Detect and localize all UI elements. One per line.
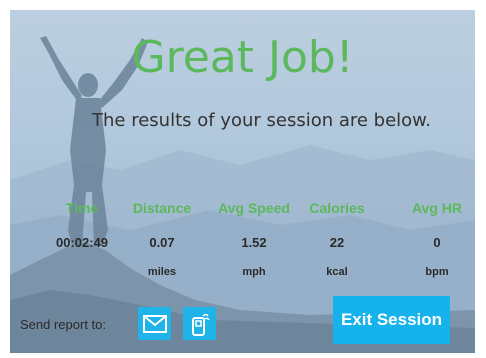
stat-value: 0.07 bbox=[149, 235, 175, 250]
stat-header: Distance bbox=[132, 200, 192, 216]
exit-session-button[interactable]: Exit Session bbox=[333, 296, 450, 344]
stat-value: 22 bbox=[329, 235, 345, 250]
email-icon bbox=[142, 314, 167, 333]
device-report-button[interactable] bbox=[183, 307, 216, 340]
stat-header: Calories bbox=[309, 200, 365, 216]
stat-unit: miles bbox=[147, 266, 177, 278]
stat-unit: bpm bbox=[425, 266, 449, 278]
email-report-button[interactable] bbox=[138, 307, 171, 340]
session-results-panel: Great Job! The results of your session a… bbox=[10, 10, 475, 353]
stat-value: 0 bbox=[433, 235, 441, 250]
send-report-label: Send report to: bbox=[20, 317, 106, 332]
device-icon bbox=[191, 313, 210, 336]
stat-unit: kcal bbox=[326, 266, 348, 278]
stat-header: Avg HR bbox=[411, 200, 463, 216]
